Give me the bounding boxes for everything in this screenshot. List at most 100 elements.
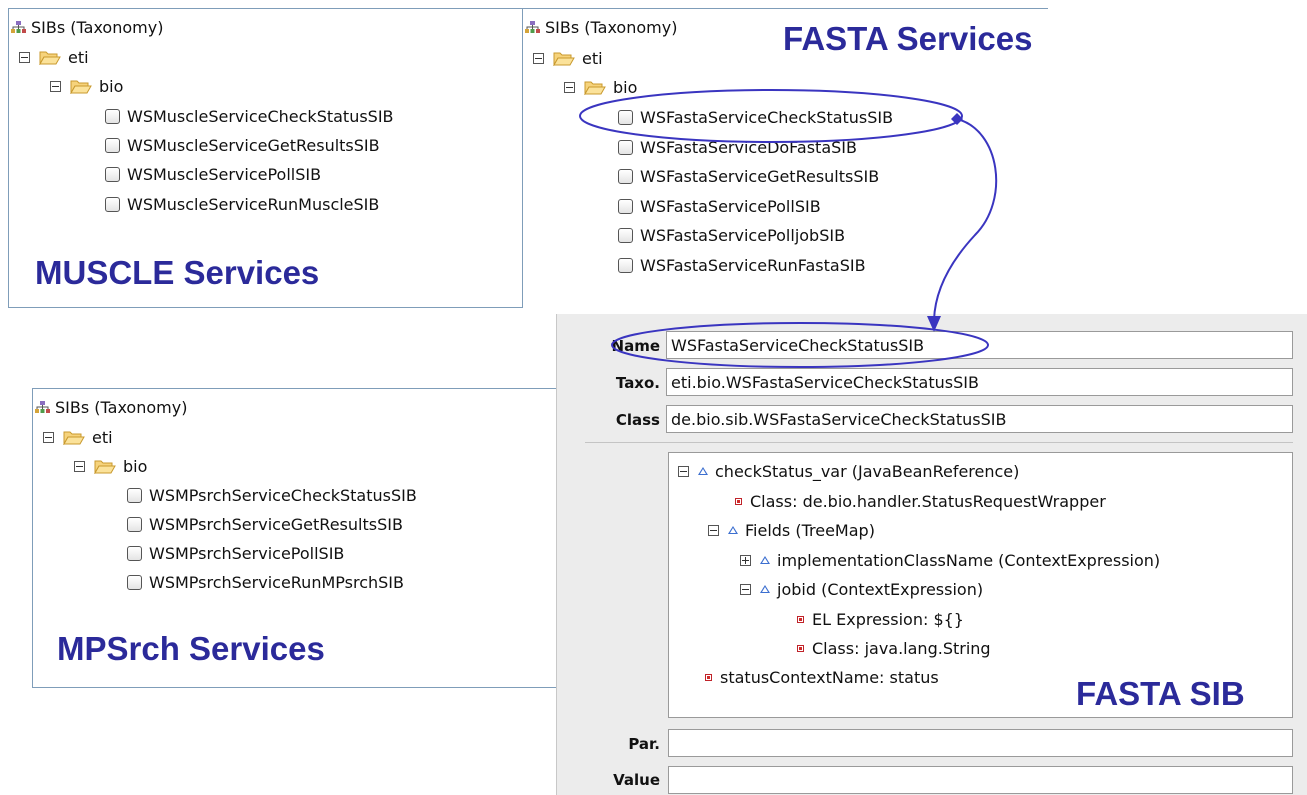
sib-leaf-icon [105,166,120,182]
tree-leaf-label: WSMuscleServiceGetResultsSIB [127,135,380,155]
tree-leaf-label: WSFastaServiceRunFastaSIB [640,255,866,275]
fasta-sib-caption: FASTA SIB [1076,675,1245,712]
square-leaf-icon [735,497,742,505]
tree-node-eti[interactable]: eti [533,46,603,70]
tree-node-label: bio [99,76,124,96]
tree-node-label: bio [123,456,148,476]
tree-node-bio[interactable]: bio [564,75,637,99]
tree-leaf-label: WSFastaServiceCheckStatusSIB [640,107,894,127]
sib-leaf-icon [618,139,633,155]
expand-toggle-icon[interactable] [740,554,751,566]
tree-leaf-label: WSFastaServiceDoFastaSIB [640,137,857,157]
collapse-toggle-icon[interactable] [740,583,751,595]
value-label: Value [613,771,660,789]
tree-leaf-item[interactable]: WSFastaServicePollSIB [618,194,821,218]
square-leaf-icon [705,673,712,681]
sib-leaf-icon [618,227,633,243]
tree-leaf-item[interactable]: WSFastaServiceRunFastaSIB [618,253,866,277]
collapse-toggle-icon[interactable] [708,524,719,536]
taxonomy-icon [11,20,26,33]
sib-leaf-icon [127,574,142,590]
tree-leaf-item[interactable]: WSMPsrchServiceRunMPsrchSIB [127,570,404,594]
tree-node-fields[interactable]: Fields (TreeMap) [708,518,875,542]
fasta-services-caption: FASTA Services [783,20,1033,57]
tree-leaf-label: Class: java.lang.String [812,638,991,658]
collapse-toggle-icon[interactable] [50,80,61,92]
tree-leaf-status-ctx[interactable]: statusContextName: status [705,665,939,689]
tree-node-label: implementationClassName (ContextExpressi… [777,550,1161,570]
sib-leaf-icon [105,196,120,212]
panel-title-row: SIBs (Taxonomy) [525,15,677,39]
tree-node-label: checkStatus_var (JavaBeanReference) [715,461,1020,481]
tree-leaf-label: statusContextName: status [720,667,939,687]
tree-leaf-label: WSMPsrchServiceRunMPsrchSIB [149,572,404,592]
taxo-label: Taxo. [615,374,660,392]
tree-leaf-item[interactable]: WSFastaServiceGetResultsSIB [618,164,879,188]
sib-leaf-icon [618,257,633,273]
tree-node-bio[interactable]: bio [74,454,147,478]
tree-node-eti[interactable]: eti [43,425,113,449]
panel-title: SIBs (Taxonomy) [31,17,164,37]
tree-leaf-item[interactable]: WSMuscleServiceCheckStatusSIB [105,104,394,128]
collapse-toggle-icon[interactable] [74,460,85,472]
par-field[interactable] [668,729,1293,757]
tree-leaf-item[interactable]: WSFastaServiceDoFastaSIB [618,135,857,159]
taxonomy-icon [35,400,50,413]
sib-leaf-icon [105,108,120,124]
square-leaf-icon [797,644,804,652]
tree-node-eti[interactable]: eti [19,45,89,69]
tree-leaf-label: EL Expression: ${} [812,609,964,629]
tree-node-bio[interactable]: bio [50,74,123,98]
folder-open-icon [63,431,85,445]
folder-open-icon [94,460,116,474]
tree-node-check-status[interactable]: checkStatus_var (JavaBeanReference) [678,459,1019,483]
tree-leaf-label: WSMPsrchServiceGetResultsSIB [149,514,403,534]
mpsrch-services-caption: MPSrch Services [57,630,325,667]
tree-leaf-label: Class: de.bio.handler.StatusRequestWrapp… [750,491,1106,511]
sib-leaf-icon [127,487,142,503]
tree-leaf-label: WSMuscleServicePollSIB [127,164,322,184]
tree-leaf-item[interactable]: WSMPsrchServiceGetResultsSIB [127,512,403,536]
collapse-toggle-icon[interactable] [678,465,689,477]
tree-leaf-item[interactable]: WSFastaServiceCheckStatusSIB [618,105,893,129]
tree-leaf-class-string[interactable]: Class: java.lang.String [797,636,991,660]
value-field[interactable] [668,766,1293,794]
name-label: Name [611,337,660,355]
name-field[interactable]: WSFastaServiceCheckStatusSIB [666,331,1293,359]
tree-node-label: jobid (ContextExpression) [777,579,984,599]
triangle-node-icon [760,556,770,564]
folder-open-icon [70,80,92,94]
tree-leaf-class-handler[interactable]: Class: de.bio.handler.StatusRequestWrapp… [735,489,1106,513]
tree-leaf-el-expression[interactable]: EL Expression: ${} [797,607,964,631]
tree-leaf-item[interactable]: WSMPsrchServicePollSIB [127,541,344,565]
collapse-toggle-icon[interactable] [43,431,54,443]
separator-line [585,442,1293,443]
tree-node-jobid[interactable]: jobid (ContextExpression) [740,577,983,601]
muscle-services-caption: MUSCLE Services [35,254,320,291]
par-label: Par. [628,735,660,753]
collapse-toggle-icon[interactable] [533,52,544,64]
tree-leaf-item[interactable]: WSFastaServicePolljobSIB [618,223,845,247]
tree-leaf-label: WSFastaServiceGetResultsSIB [640,166,880,186]
tree-leaf-item[interactable]: WSMuscleServiceRunMuscleSIB [105,192,379,216]
collapse-toggle-icon[interactable] [19,51,30,63]
tree-leaf-item[interactable]: WSMuscleServiceGetResultsSIB [105,133,380,157]
tree-leaf-label: WSMuscleServiceCheckStatusSIB [127,106,394,126]
tree-leaf-label: WSFastaServicePolljobSIB [640,225,846,245]
taxo-field[interactable]: eti.bio.WSFastaServiceCheckStatusSIB [666,368,1293,396]
tree-leaf-item[interactable]: WSMuscleServicePollSIB [105,162,321,186]
tree-leaf-label: WSMPsrchServiceCheckStatusSIB [149,485,417,505]
class-field[interactable]: de.bio.sib.WSFastaServiceCheckStatusSIB [666,405,1293,433]
tree-node-impl-class[interactable]: implementationClassName (ContextExpressi… [740,548,1160,572]
sib-leaf-icon [618,198,633,214]
panel-title: SIBs (Taxonomy) [55,397,188,417]
triangle-node-icon [728,526,738,534]
tree-node-label: Fields (TreeMap) [745,520,875,540]
taxonomy-icon [525,20,540,33]
folder-open-icon [584,81,606,95]
folder-open-icon [39,51,61,65]
tree-node-label: bio [613,77,638,97]
tree-leaf-label: WSMuscleServiceRunMuscleSIB [127,194,380,214]
collapse-toggle-icon[interactable] [564,81,575,93]
tree-leaf-item[interactable]: WSMPsrchServiceCheckStatusSIB [127,483,417,507]
